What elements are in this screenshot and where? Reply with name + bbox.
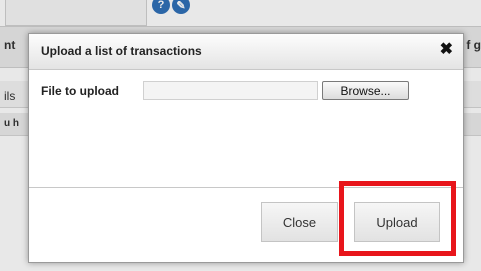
dialog-header: Upload a list of transactions ✖ [29,34,463,70]
dialog-body: File to upload Browse... [29,70,463,188]
close-icon[interactable]: ✖ [440,41,453,59]
file-path-field[interactable] [143,81,318,100]
browse-button[interactable]: Browse... [322,81,409,100]
file-upload-label: File to upload [41,84,119,98]
close-button[interactable]: Close [261,202,338,242]
upload-highlight-box [339,181,456,256]
dialog-title: Upload a list of transactions [41,44,202,58]
